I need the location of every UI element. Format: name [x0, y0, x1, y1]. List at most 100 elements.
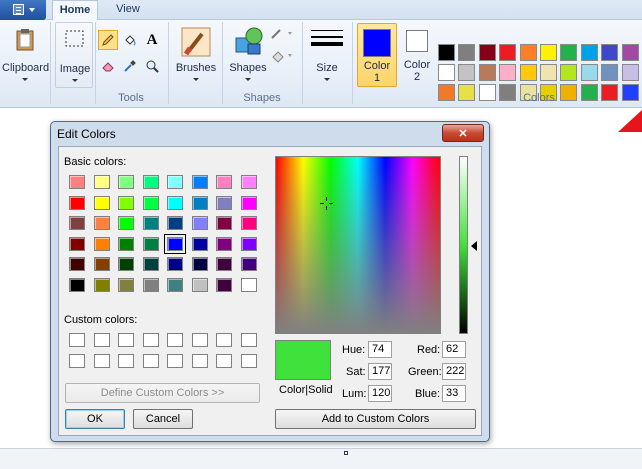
custom-color-swatch[interactable] — [118, 333, 134, 347]
green-input[interactable]: 222 — [442, 363, 466, 380]
custom-color-swatch[interactable] — [69, 333, 85, 347]
palette-color-swatch[interactable] — [560, 44, 578, 61]
palette-color-swatch[interactable] — [499, 64, 517, 81]
color-picker-tool[interactable] — [120, 56, 140, 76]
basic-color-swatch[interactable] — [142, 216, 159, 230]
basic-color-swatch[interactable] — [191, 216, 208, 230]
color1-button[interactable]: Color 1 — [357, 23, 397, 87]
palette-color-swatch[interactable] — [601, 44, 619, 61]
hue-input[interactable]: 74 — [368, 341, 392, 358]
basic-color-swatch[interactable] — [167, 195, 183, 210]
basic-color-swatch[interactable] — [167, 277, 183, 292]
magnifier-tool[interactable] — [142, 56, 162, 76]
palette-color-swatch[interactable] — [478, 64, 496, 81]
basic-color-swatch[interactable] — [216, 175, 232, 189]
add-to-custom-colors-button[interactable]: Add to Custom Colors — [275, 409, 476, 429]
cancel-button[interactable]: Cancel — [133, 409, 193, 429]
lum-input[interactable]: 120 — [368, 385, 392, 402]
custom-color-swatch[interactable] — [240, 333, 257, 347]
basic-color-swatch[interactable] — [118, 257, 134, 271]
basic-color-swatch[interactable] — [191, 236, 208, 251]
basic-color-swatch[interactable] — [216, 216, 232, 230]
basic-color-swatch[interactable] — [118, 277, 134, 292]
custom-color-swatch[interactable] — [167, 333, 183, 347]
palette-color-swatch[interactable] — [438, 44, 455, 61]
basic-color-swatch[interactable] — [167, 257, 183, 271]
luminosity-slider[interactable] — [459, 156, 468, 334]
fill-tool[interactable] — [120, 30, 140, 50]
canvas-resize-handle[interactable] — [344, 451, 348, 455]
basic-color-swatch[interactable] — [142, 236, 159, 251]
ok-button[interactable]: OK — [65, 409, 125, 429]
tab-home[interactable]: Home — [52, 0, 98, 21]
basic-color-swatch[interactable] — [93, 195, 110, 210]
custom-color-swatch[interactable] — [191, 333, 208, 347]
palette-color-swatch[interactable] — [478, 44, 496, 61]
palette-color-swatch[interactable] — [580, 64, 598, 81]
basic-color-swatch[interactable] — [142, 175, 159, 189]
basic-color-swatch[interactable] — [240, 277, 257, 292]
custom-color-swatch[interactable] — [118, 354, 134, 368]
palette-color-swatch[interactable] — [519, 44, 537, 61]
basic-color-swatch[interactable] — [216, 236, 232, 251]
custom-color-swatch[interactable] — [69, 354, 85, 368]
brushes-button[interactable]: Brushes — [172, 22, 220, 88]
basic-color-swatch[interactable] — [240, 216, 257, 230]
basic-color-swatch[interactable] — [216, 277, 232, 292]
custom-color-swatch[interactable] — [142, 354, 159, 368]
fill-button[interactable] — [270, 48, 296, 66]
file-menu-button[interactable] — [0, 0, 46, 20]
basic-color-swatch[interactable] — [240, 175, 257, 189]
basic-color-swatch[interactable] — [240, 195, 257, 210]
basic-color-swatch[interactable] — [118, 195, 134, 210]
shapes-button[interactable]: Shapes — [226, 22, 270, 88]
palette-color-swatch[interactable] — [621, 44, 639, 61]
basic-color-swatch[interactable] — [142, 277, 159, 292]
palette-color-swatch[interactable] — [540, 64, 557, 81]
basic-color-swatch[interactable] — [142, 257, 159, 271]
custom-color-swatch[interactable] — [93, 333, 110, 347]
basic-color-swatch[interactable] — [69, 236, 85, 251]
basic-color-swatch[interactable] — [69, 257, 85, 271]
palette-color-swatch[interactable] — [438, 64, 455, 81]
palette-color-swatch[interactable] — [519, 64, 537, 81]
color-spectrum[interactable] — [275, 156, 441, 334]
basic-color-swatch[interactable] — [191, 195, 208, 210]
clipboard-button[interactable]: Clipboard — [2, 22, 49, 88]
basic-color-swatch[interactable] — [164, 233, 186, 254]
basic-color-swatch[interactable] — [216, 257, 232, 271]
basic-color-swatch[interactable] — [167, 216, 183, 230]
palette-color-swatch[interactable] — [580, 44, 598, 61]
basic-color-swatch[interactable] — [191, 277, 208, 292]
basic-color-swatch[interactable] — [93, 277, 110, 292]
define-custom-colors-button[interactable]: Define Custom Colors >> — [65, 383, 260, 403]
basic-color-swatch[interactable] — [93, 236, 110, 251]
basic-color-swatch[interactable] — [191, 257, 208, 271]
basic-color-swatch[interactable] — [69, 216, 85, 230]
basic-color-swatch[interactable] — [216, 195, 232, 210]
close-button[interactable]: ✕ — [442, 124, 484, 142]
custom-color-swatch[interactable] — [216, 354, 232, 368]
basic-color-swatch[interactable] — [142, 195, 159, 210]
color2-button[interactable]: Color 2 — [399, 23, 435, 87]
basic-color-swatch[interactable] — [93, 257, 110, 271]
outline-button[interactable] — [270, 26, 296, 44]
basic-color-swatch[interactable] — [167, 175, 183, 189]
basic-color-swatch[interactable] — [69, 195, 85, 210]
palette-color-swatch[interactable] — [560, 64, 578, 81]
palette-color-swatch[interactable] — [601, 64, 619, 81]
palette-color-swatch[interactable] — [458, 64, 476, 81]
custom-color-swatch[interactable] — [142, 333, 159, 347]
sat-input[interactable]: 177 — [368, 363, 392, 380]
image-button[interactable]: Image — [55, 22, 93, 88]
custom-color-swatch[interactable] — [167, 354, 183, 368]
palette-color-swatch[interactable] — [621, 64, 639, 81]
basic-color-swatch[interactable] — [240, 257, 257, 271]
custom-color-swatch[interactable] — [93, 354, 110, 368]
palette-color-swatch[interactable] — [499, 44, 517, 61]
palette-color-swatch[interactable] — [458, 44, 476, 61]
pencil-tool[interactable] — [98, 30, 118, 50]
basic-color-swatch[interactable] — [118, 236, 134, 251]
basic-color-swatch[interactable] — [93, 175, 110, 189]
custom-color-swatch[interactable] — [216, 333, 232, 347]
